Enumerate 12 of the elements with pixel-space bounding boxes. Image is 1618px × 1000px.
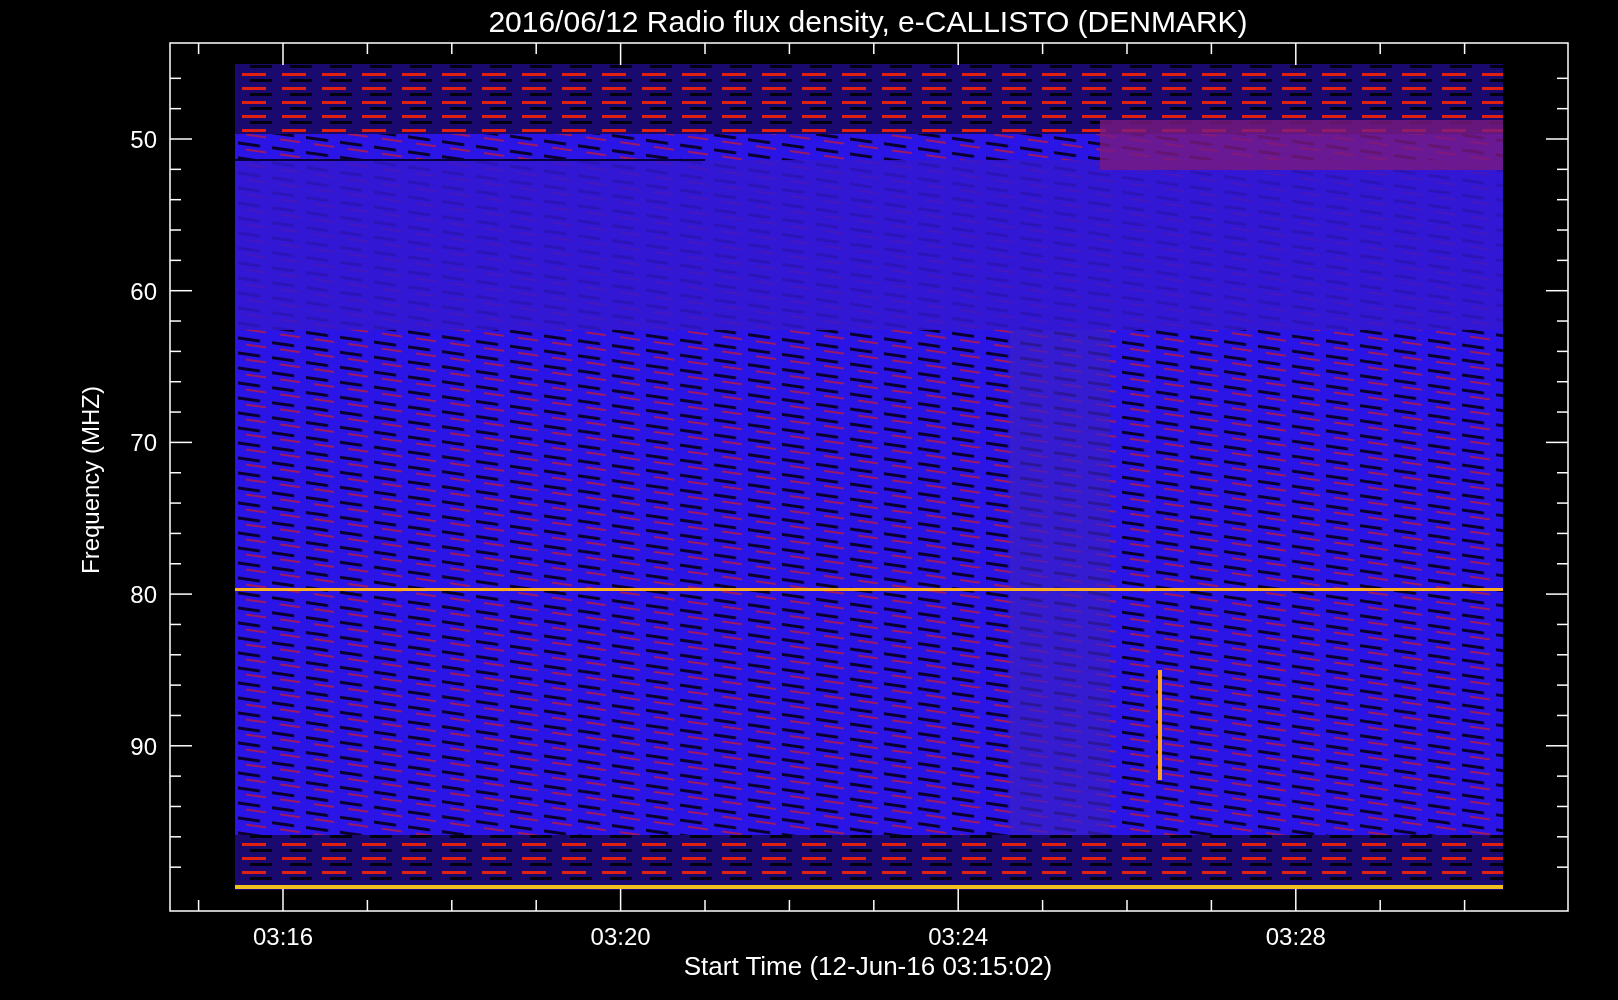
x-tick-label: 03:28 <box>1265 923 1326 950</box>
y-tick-label: 90 <box>130 732 157 760</box>
x-axis-label: Start Time (12-Jun-16 03:15:02) <box>683 951 1053 981</box>
y-tick-label: 80 <box>130 581 157 609</box>
x-tick-label: 03:24 <box>928 923 989 950</box>
y-tick-label: 50 <box>130 126 157 153</box>
x-tick-label: 03:20 <box>590 923 651 950</box>
chart-title: 2016/06/12 Radio flux density, e-CALLISTO (DENMARK) <box>488 5 1248 38</box>
y-axis-label: Frequency (MHZ) <box>77 386 104 574</box>
y-tick-label: 70 <box>130 429 157 457</box>
x-tick-label: 03:16 <box>252 923 314 950</box>
y-tick-label: 60 <box>130 277 157 305</box>
